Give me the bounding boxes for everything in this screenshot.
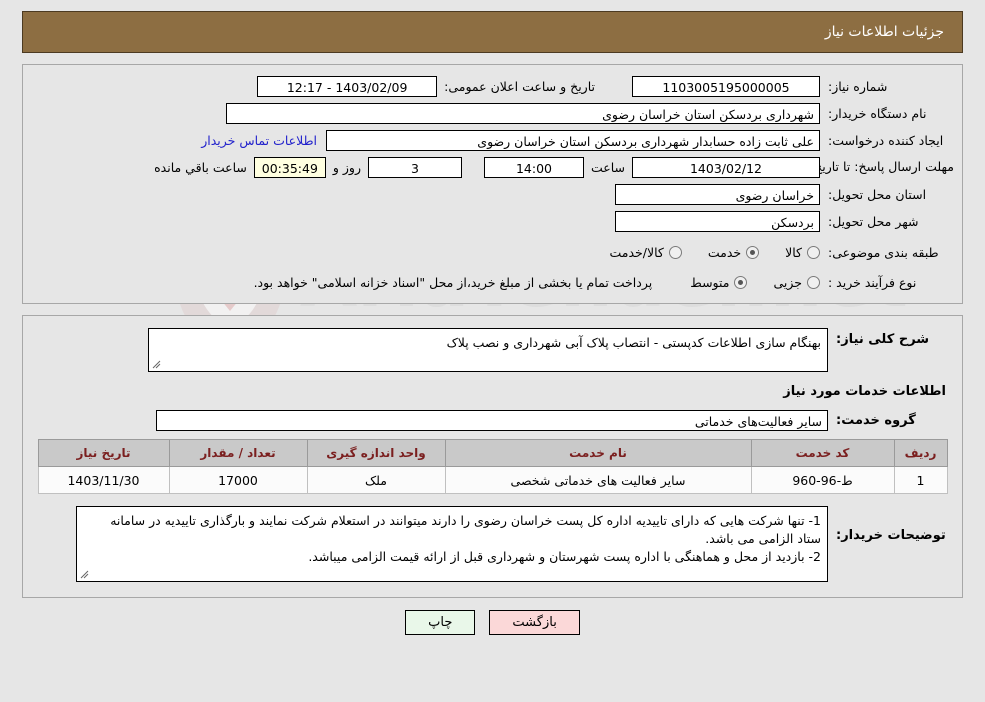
city-value: بردسکن: [615, 210, 820, 232]
cell-code: ط-96-960: [750, 466, 895, 494]
category-label: طبقه بندی موضوعی:: [828, 244, 939, 260]
services-section-title: اطلاعات خدمات مورد نیاز: [783, 384, 946, 399]
row-buyer-notes: توضیحات خریدار: 1- تنها شرکت هایی که دار…: [31, 506, 954, 582]
announce-datetime-value: 1403/02/09 - 12:17: [257, 75, 438, 97]
announce-datetime-label: تاریخ و ساعت اعلان عمومی:: [444, 78, 595, 94]
row-deadline: مهلت ارسال پاسخ: تا تاریخ: 1403/02/12 سا…: [31, 156, 954, 178]
cell-need-date: 1403/11/30: [37, 466, 170, 494]
row-service-group: گروه خدمت: سایر فعالیت‌های خدماتی: [31, 409, 954, 431]
deadline-hour-label: ساعت: [590, 159, 625, 175]
buyer-notes-label: توضیحات خریدار:: [836, 528, 946, 543]
description-textarea[interactable]: بهنگام سازی اطلاعات کدپستی - انتصاب پلاک…: [148, 328, 828, 372]
service-group-value: سایر فعالیت‌های خدماتی: [156, 409, 828, 431]
row-purchase-process: نوع فرآیند خرید : جزیی متوسط پرداخت تمام…: [31, 271, 954, 293]
row-city: شهر محل تحویل: بردسکن: [31, 210, 954, 232]
process-option-medium-label: متوسط: [690, 274, 730, 290]
city-label: شهر محل تحویل:: [828, 213, 919, 229]
col-code: کد خدمت: [750, 439, 895, 467]
creator-value: علی ثابت زاده حسابدار شهرداری بردسکن است…: [326, 129, 820, 151]
service-group-label: گروه خدمت:: [836, 412, 916, 428]
radio-icon[interactable]: [746, 245, 760, 259]
buyer-org-label: نام دستگاه خریدار:: [828, 105, 927, 121]
radio-icon[interactable]: [807, 245, 820, 259]
col-index: ردیف: [893, 439, 948, 467]
need-number-label: شماره نیاز:: [828, 78, 888, 94]
purchase-process-note: پرداخت تمام یا بخشی از مبلغ خرید،از محل …: [253, 274, 653, 290]
cell-unit: ملک: [306, 466, 446, 494]
category-option-goods-service-label: کالا/خدمت: [609, 244, 664, 260]
cell-name: سایر فعالیت های خدماتی شخصی: [444, 466, 752, 494]
buyer-note-line: 2- بازدید از محل و هماهنگی با اداره پست …: [308, 549, 821, 565]
remaining-days-label: روز و: [332, 159, 361, 175]
deadline-label: مهلت ارسال پاسخ: تا تاریخ:: [809, 159, 954, 175]
footer-actions: بازگشت چاپ: [0, 610, 985, 635]
radio-icon[interactable]: [807, 275, 820, 289]
remaining-days-value: 3: [367, 156, 462, 178]
category-radio-group: کالا خدمت کالا/خدمت: [583, 245, 820, 260]
col-name: نام خدمت: [444, 439, 752, 467]
page-title: جزئیات اطلاعات نیاز: [824, 24, 944, 40]
purchase-process-radio-group: جزیی متوسط: [664, 275, 820, 290]
table-row: 1 ط-96-960 سایر فعالیت های خدماتی شخصی م…: [37, 466, 948, 494]
cell-index: 1: [893, 466, 948, 494]
creator-label: ایجاد کننده درخواست:: [828, 132, 944, 148]
buyer-note-line: 1- تنها شرکت هایی که دارای تاییدیه اداره…: [110, 513, 821, 547]
buyer-contact-link[interactable]: اطلاعات تماس خریدار: [192, 133, 326, 148]
buyer-notes-textarea[interactable]: 1- تنها شرکت هایی که دارای تاییدیه اداره…: [76, 506, 828, 582]
page-title-bar: جزئیات اطلاعات نیاز: [22, 11, 963, 53]
deadline-date-value: 1403/02/12: [632, 156, 820, 178]
need-number-value: 1103005195000005: [632, 75, 820, 97]
row-province: استان محل تحویل: خراسان رضوی: [31, 183, 954, 205]
need-details-panel: شماره نیاز: 1103005195000005 تاریخ و ساع…: [22, 64, 963, 304]
table-header-row: ردیف کد خدمت نام خدمت واحد اندازه گیری ت…: [37, 439, 948, 467]
category-option-goods-label: کالا: [785, 244, 802, 260]
col-need-date: تاریخ نیاز: [37, 439, 170, 467]
row-need-number: شماره نیاز: 1103005195000005 تاریخ و ساع…: [31, 75, 954, 97]
row-category: طبقه بندی موضوعی: کالا خدمت کالا/خدمت: [31, 241, 954, 263]
deadline-time-value: 14:00: [483, 156, 584, 178]
description-value: بهنگام سازی اطلاعات کدپستی - انتصاب پلاک…: [446, 335, 821, 350]
radio-icon[interactable]: [668, 245, 682, 259]
province-label: استان محل تحویل:: [828, 186, 927, 202]
row-buyer-org: نام دستگاه خریدار: شهرداری بردسکن استان …: [31, 102, 954, 124]
col-quantity: تعداد / مقدار: [168, 439, 308, 467]
purchase-process-label: نوع فرآیند خرید :: [828, 274, 917, 290]
description-label: شرح کلی نیاز:: [836, 332, 930, 347]
buyer-org-value: شهرداری بردسکن استان خراسان رضوی: [226, 102, 820, 124]
province-value: خراسان رضوی: [615, 183, 820, 205]
process-option-minor-label: جزیی: [773, 274, 802, 290]
remaining-clock-value: 00:35:49: [253, 156, 326, 178]
services-panel: شرح کلی نیاز: بهنگام سازی اطلاعات کدپستی…: [22, 315, 963, 598]
remaining-suffix-label: ساعت باقي مانده: [154, 159, 247, 175]
resize-grip-icon[interactable]: [80, 570, 89, 579]
services-table: ردیف کد خدمت نام خدمت واحد اندازه گیری ت…: [37, 439, 948, 494]
print-button[interactable]: چاپ: [405, 610, 476, 635]
col-unit: واحد اندازه گیری: [306, 439, 446, 467]
page-root: جزئیات اطلاعات نیاز شماره نیاز: 11030051…: [0, 11, 985, 635]
category-option-service[interactable]: خدمت: [707, 244, 760, 260]
resize-grip-icon[interactable]: [152, 360, 161, 369]
category-option-goods-service[interactable]: کالا/خدمت: [609, 244, 682, 260]
row-description: شرح کلی نیاز: بهنگام سازی اطلاعات کدپستی…: [31, 328, 954, 372]
back-button[interactable]: بازگشت: [489, 610, 580, 635]
category-option-service-label: خدمت: [707, 244, 742, 260]
row-creator: ایجاد کننده درخواست: علی ثابت زاده حسابد…: [31, 129, 954, 151]
category-option-goods[interactable]: کالا: [785, 245, 820, 260]
radio-icon[interactable]: [734, 275, 748, 289]
process-option-minor[interactable]: جزیی: [773, 275, 820, 290]
cell-quantity: 17000: [168, 466, 308, 494]
process-option-medium[interactable]: متوسط: [690, 274, 748, 290]
